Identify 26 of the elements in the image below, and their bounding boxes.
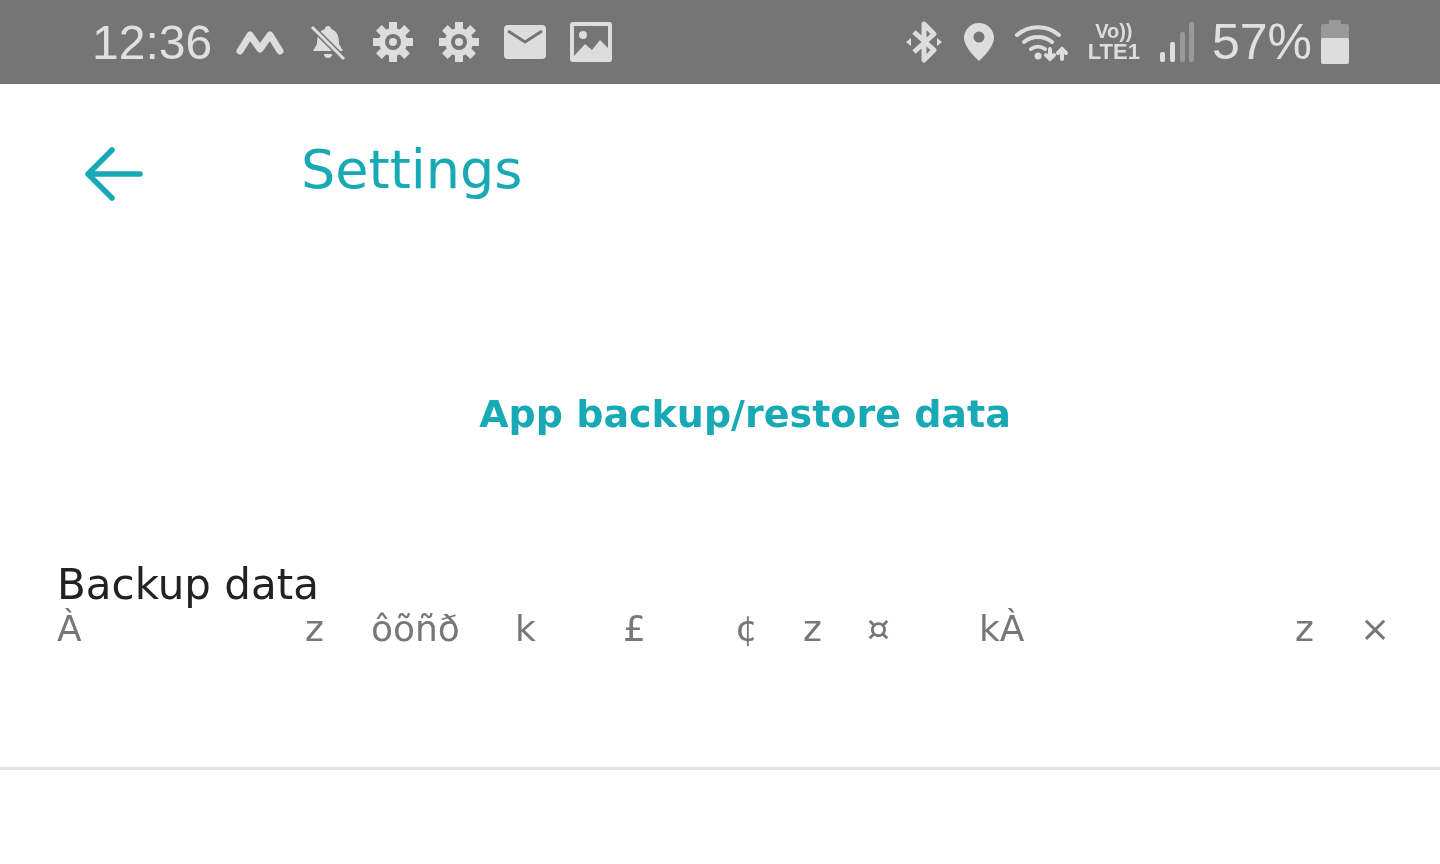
mail-icon xyxy=(504,25,547,59)
location-pin-icon xyxy=(961,21,996,63)
setting-summary-text: × xyxy=(1360,609,1392,649)
battery-percent: 57% xyxy=(1211,13,1312,71)
setting-summary-text: ôõñð xyxy=(371,609,461,649)
battery-icon xyxy=(1320,20,1350,64)
setting-summary-text: z xyxy=(305,609,325,649)
setting-summary-text: z xyxy=(803,609,823,649)
signal-icon xyxy=(1157,22,1194,62)
setting-summary-text: k xyxy=(515,609,537,649)
setting-title[interactable]: Backup data xyxy=(57,560,319,609)
back-arrow-icon xyxy=(84,146,144,202)
setting-summary-text: z xyxy=(1295,609,1315,649)
gear-icon xyxy=(372,21,415,63)
setting-summary-text: ¤ xyxy=(867,609,891,649)
network-type-label: LTE1 xyxy=(1087,41,1140,63)
screen-title: Settings xyxy=(301,137,523,201)
setting-summary-text: kÀ xyxy=(979,609,1026,649)
volte-label: Vo)) xyxy=(1095,21,1133,41)
status-time: 12:36 xyxy=(92,14,213,70)
section-header: App backup/restore data xyxy=(478,392,1012,436)
gear-icon xyxy=(438,21,481,63)
image-icon xyxy=(570,22,613,62)
setting-summary-text: £ xyxy=(623,609,647,649)
setting-summary-text: ¢ xyxy=(735,609,759,649)
setting-summary-text: À xyxy=(57,609,83,649)
